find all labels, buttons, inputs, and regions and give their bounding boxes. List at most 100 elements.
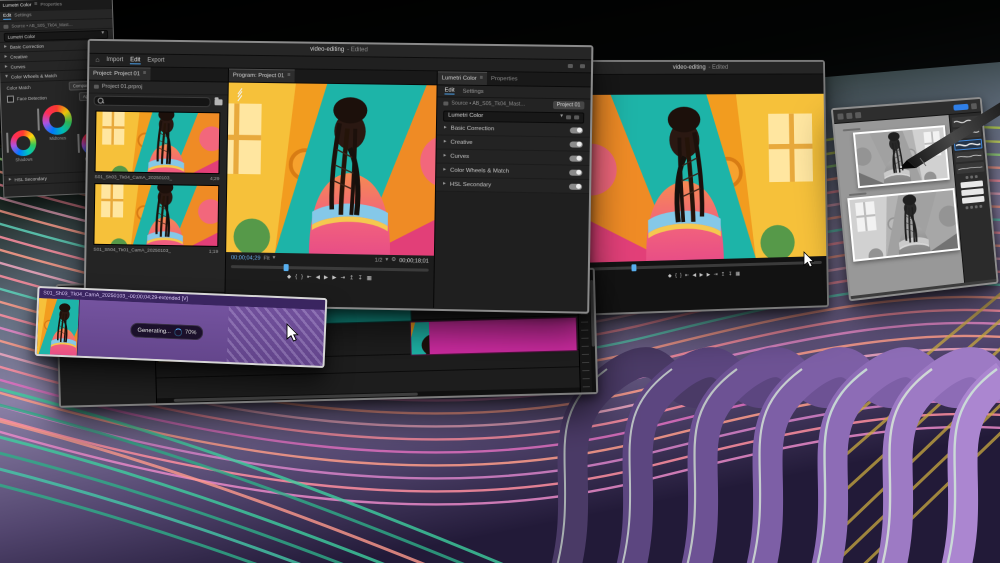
midtones-slider[interactable] (37, 109, 39, 131)
tab-lumetri-color[interactable]: Lumetri Color ≡ (438, 71, 487, 85)
menu-item-import[interactable]: Import (106, 57, 123, 63)
panel-menu-icon[interactable]: ≡ (34, 2, 37, 8)
edit-subtab[interactable]: Edit (3, 13, 11, 19)
fx-badge-icon[interactable] (566, 115, 571, 119)
panel-menu-icon[interactable]: ≡ (287, 74, 290, 80)
menu-icon[interactable] (837, 113, 843, 119)
step-back-button[interactable]: ◀ (316, 275, 320, 281)
playhead[interactable] (631, 264, 636, 271)
panel-menu-icon[interactable]: ≡ (143, 72, 146, 78)
lift-button[interactable]: ↥ (349, 276, 354, 282)
toggle-switch[interactable] (570, 127, 583, 133)
export-frame-button[interactable]: ▦ (736, 272, 741, 277)
go-to-in-button[interactable]: ⇤ (307, 275, 312, 281)
play-button[interactable]: ▶ (699, 273, 703, 278)
step-forward-button[interactable]: ▶ (707, 273, 711, 278)
timecode-current[interactable]: 00;00;04;29 (231, 255, 261, 262)
media-browser-icon[interactable] (215, 99, 223, 105)
toggle-switch[interactable] (570, 141, 583, 147)
menu-item-export[interactable]: Export (147, 58, 164, 64)
generative-extend-clip[interactable]: S01_Sh03_Tk04_CamA_20250103_-00;00;04;29… (35, 286, 328, 368)
export-frame-button[interactable]: ▦ (367, 276, 372, 282)
redo-icon[interactable] (855, 111, 861, 117)
tool-icon[interactable] (975, 205, 978, 208)
tool-icon[interactable] (970, 176, 973, 179)
mark-in-button[interactable]: { (295, 275, 297, 281)
section-label: Creative (10, 54, 27, 60)
undo-icon[interactable] (846, 112, 852, 118)
brush-preset[interactable] (952, 116, 981, 128)
resolution-select[interactable]: 1/2 (375, 257, 383, 263)
settings-subtab[interactable]: Settings (14, 13, 31, 18)
workspace-icon[interactable] (568, 64, 573, 68)
brush-preset-selected[interactable] (954, 139, 983, 151)
project-clip-thumbnail[interactable] (95, 111, 221, 175)
lumetri-panel: Lumetri Color ≡ Properties Edit Settings… (434, 71, 591, 310)
brush-preset[interactable] (953, 127, 982, 139)
brush-preset[interactable] (956, 162, 985, 174)
compare-icon[interactable] (574, 115, 579, 119)
project-clip-thumbnail[interactable] (93, 183, 219, 247)
mark-out-button[interactable]: } (301, 275, 303, 281)
add-marker-button[interactable]: ◆ (668, 274, 672, 279)
zoom-select[interactable]: Fit (263, 255, 269, 261)
tool-icon[interactable] (965, 176, 968, 179)
project-panel-tab[interactable]: Project: Project 01 ≡ (89, 67, 150, 81)
storyboard-frame-1[interactable] (853, 125, 950, 188)
clip-magenta[interactable]: S01_Sh07_Tk06_CamA_20250104_ (410, 317, 578, 356)
vertical-scrollbar[interactable] (589, 270, 597, 392)
tool-icon[interactable] (974, 175, 977, 178)
settings-subtab[interactable]: Settings (463, 88, 484, 94)
chevron-right-icon: ▸ (444, 139, 447, 145)
program-tab-label: Program: Project 01 (233, 73, 284, 80)
tool-icon[interactable] (965, 206, 968, 209)
tab-lumetri-color[interactable]: Lumetri Color (3, 3, 32, 9)
play-button[interactable]: ▶ (324, 275, 328, 281)
mark-out-button[interactable]: } (680, 274, 682, 279)
search-input[interactable] (94, 95, 211, 107)
chevron-down-icon: ▾ (560, 114, 563, 120)
edit-subtab[interactable]: Edit (444, 87, 454, 94)
extract-button[interactable]: ↧ (358, 276, 363, 282)
home-icon[interactable]: ⌂ (95, 56, 99, 63)
highlights-slider[interactable] (77, 134, 79, 153)
color-swatch[interactable] (962, 196, 985, 204)
shadows-wheel[interactable] (10, 130, 37, 157)
selected-clip-chip[interactable]: Project 01 (553, 101, 585, 109)
shadows-slider[interactable] (6, 133, 8, 153)
go-to-out-button[interactable]: ⇥ (340, 276, 345, 282)
go-to-in-button[interactable]: ⇤ (685, 274, 689, 279)
playhead[interactable] (284, 264, 289, 271)
storyboard-canvas[interactable] (834, 115, 964, 296)
step-forward-button[interactable]: ▶ (332, 276, 336, 282)
extract-button[interactable]: ↧ (728, 272, 732, 277)
face-detection-checkbox[interactable] (7, 96, 14, 103)
panel-menu-icon[interactable]: ≡ (480, 76, 483, 82)
tab-properties[interactable]: Properties (40, 2, 62, 8)
tab-properties[interactable]: Properties (487, 72, 522, 86)
tool-icon[interactable] (970, 206, 973, 209)
program-monitor-tab[interactable]: Program: Project 01 ≡ (229, 69, 295, 83)
chevron-right-icon: ▸ (444, 125, 447, 131)
color-swatch[interactable] (961, 188, 984, 196)
brush-preset[interactable] (955, 150, 984, 162)
settings-icon[interactable]: ⚙ (391, 258, 396, 264)
toggle-switch[interactable] (569, 183, 582, 189)
toggle-switch[interactable] (569, 155, 582, 161)
go-to-out-button[interactable]: ⇥ (714, 273, 718, 278)
mark-in-button[interactable]: { (675, 274, 677, 279)
primary-action-button[interactable] (953, 103, 968, 110)
toggle-switch[interactable] (569, 169, 582, 175)
midtones-wheel[interactable] (42, 104, 73, 135)
tool-icon[interactable] (979, 205, 982, 208)
quick-export-icon[interactable] (580, 64, 585, 68)
add-marker-button[interactable]: ◆ (287, 275, 291, 281)
lift-button[interactable]: ↥ (721, 273, 725, 278)
program-monitor: Program: Project 01 ≡ 00;00;04;29 Fit ▾ … (225, 69, 437, 308)
stage: video-editing - Edited ◆ { } ⇤ ◀ ▶ ▶ ⇥ ↥… (0, 0, 1000, 563)
color-swatch[interactable] (960, 180, 983, 188)
storyboard-frame-2[interactable] (847, 188, 960, 262)
step-back-button[interactable]: ◀ (692, 273, 696, 278)
share-icon[interactable] (971, 103, 977, 109)
menu-item-edit[interactable]: Edit (130, 57, 140, 64)
